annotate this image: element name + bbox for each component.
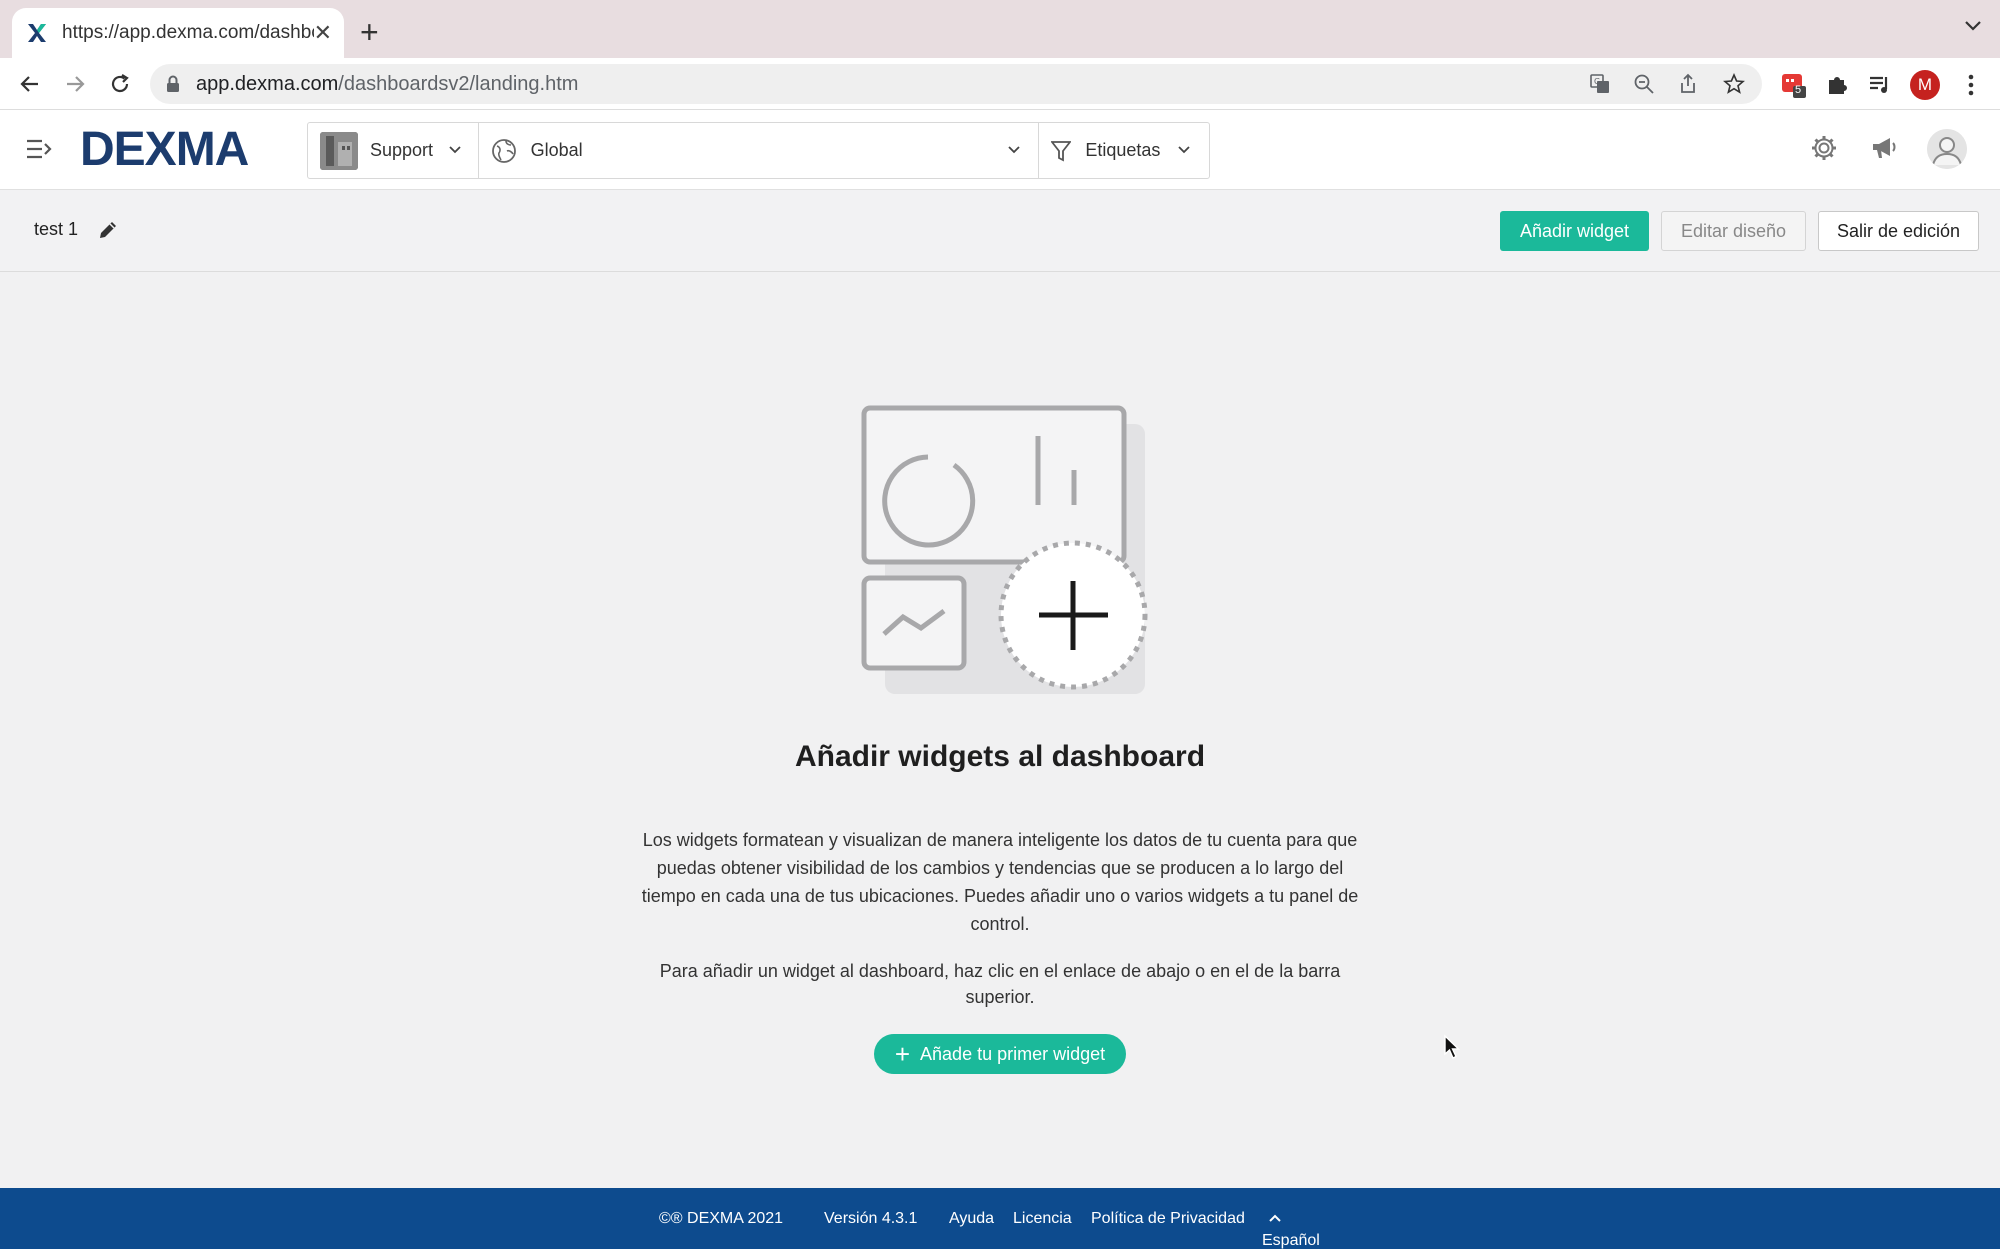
add-first-widget-button[interactable]: + Añade tu primer widget: [874, 1034, 1126, 1074]
browser-tabstrip: https://app.dexma.com/dashbc ✕ +: [0, 0, 2000, 58]
location-selector-label: Global: [530, 140, 583, 160]
footer-version: Versión 4.3.1: [824, 1210, 918, 1227]
forward-arrow-icon[interactable]: [63, 72, 87, 96]
chevron-down-icon: [449, 146, 461, 154]
dashboard-edit-bar: test 1 Añadir widget Editar diseño Salir…: [0, 190, 2000, 272]
footer-license-link[interactable]: Licencia: [1013, 1210, 1072, 1228]
translate-icon[interactable]: G: [1589, 73, 1611, 95]
zoom-icon[interactable]: [1633, 73, 1655, 95]
lock-icon[interactable]: [166, 75, 180, 93]
empty-state-title: Añadir widgets al dashboard: [794, 740, 1206, 773]
location-selector[interactable]: Global: [479, 123, 1040, 178]
browser-tab[interactable]: https://app.dexma.com/dashbc ✕: [12, 8, 344, 58]
empty-state-instruction: Para añadir un widget al dashboard, haz …: [659, 961, 1341, 1007]
chevron-down-icon: [1178, 146, 1191, 154]
mouse-cursor-icon: [1444, 1034, 1461, 1059]
app-header: DEXMA Support Global Etiquetas: [0, 110, 2000, 190]
footer-help-link[interactable]: Ayuda: [949, 1210, 994, 1228]
edit-name-pencil-icon[interactable]: [96, 218, 120, 242]
extensions-puzzle-icon[interactable]: [1824, 72, 1850, 98]
org-selector[interactable]: Support: [308, 123, 479, 178]
add-first-widget-label: Añade tu primer widget: [920, 1043, 1106, 1064]
empty-dashboard-illustration: [861, 405, 1148, 694]
tags-selector-label: Etiquetas: [1085, 140, 1161, 160]
plus-icon: +: [894, 1039, 911, 1069]
org-selector-label: Support: [370, 140, 434, 160]
chevron-up-icon: [1269, 1214, 1281, 1222]
announcements-megaphone-icon[interactable]: [1870, 134, 1900, 162]
dashboard-name: test 1: [34, 219, 79, 239]
back-arrow-icon[interactable]: [18, 72, 42, 96]
empty-state-description: Los widgets formatean y visualizan de ma…: [641, 830, 1359, 934]
tags-selector[interactable]: Etiquetas: [1039, 123, 1209, 178]
extension-badge-icon[interactable]: 5: [1780, 72, 1806, 98]
exit-edit-button[interactable]: Salir de edición: [1818, 211, 1979, 251]
footer: ©® DEXMA 2021 Versión 4.3.1 Ayuda Licenc…: [0, 1188, 2000, 1249]
filter-icon: [1051, 140, 1072, 161]
bookmark-star-icon[interactable]: [1723, 73, 1745, 95]
extension-badge-count: 5: [1795, 84, 1802, 96]
tab-title: https://app.dexma.com/dashbc: [62, 22, 314, 43]
context-selectors: Support Global Etiquetas: [307, 122, 1210, 179]
user-avatar[interactable]: [1927, 129, 1967, 169]
url-text[interactable]: app.dexma.com/dashboardsv2/landing.htm: [196, 73, 578, 96]
new-tab-button[interactable]: +: [360, 16, 379, 48]
profile-avatar[interactable]: M: [1910, 70, 1940, 100]
tab-search-chevron-icon[interactable]: [1964, 20, 1982, 32]
dexma-logo[interactable]: DEXMA: [80, 126, 249, 174]
reload-icon[interactable]: [108, 72, 132, 96]
media-queue-icon[interactable]: [1867, 72, 1893, 98]
browser-menu-icon[interactable]: [1958, 72, 1984, 98]
chevron-down-icon: [1008, 146, 1020, 154]
add-widget-button[interactable]: Añadir widget: [1500, 211, 1649, 251]
language-label: Español: [1262, 1232, 1320, 1249]
browser-toolbar: app.dexma.com/dashboardsv2/landing.htm G…: [0, 58, 2000, 110]
footer-privacy-link[interactable]: Política de Privacidad: [1091, 1210, 1245, 1228]
dexma-favicon-icon: [28, 24, 46, 42]
language-selector[interactable]: Español: [1262, 1210, 1320, 1249]
menu-toggle-icon[interactable]: [26, 138, 52, 160]
globe-icon: [491, 138, 516, 163]
share-icon[interactable]: [1677, 73, 1699, 95]
tab-close-icon[interactable]: ✕: [314, 22, 332, 44]
org-avatar: [320, 131, 358, 170]
edit-layout-button[interactable]: Editar diseño: [1661, 211, 1806, 251]
address-bar[interactable]: app.dexma.com/dashboardsv2/landing.htm G: [150, 64, 1762, 104]
svg-text:G: G: [1594, 77, 1600, 86]
footer-copyright: ©® DEXMA 2021: [659, 1210, 784, 1227]
settings-gear-icon[interactable]: [1810, 134, 1838, 162]
